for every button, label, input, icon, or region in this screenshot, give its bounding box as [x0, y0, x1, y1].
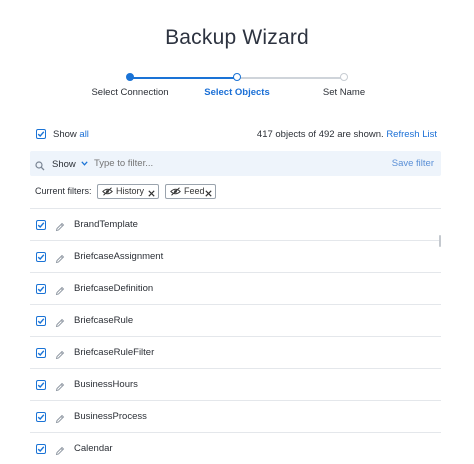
pencil-icon[interactable] — [55, 251, 65, 269]
show-label: Show — [53, 129, 77, 140]
pencil-icon[interactable] — [55, 219, 65, 237]
object-name: Calendar — [74, 443, 113, 454]
wizard-stepper: Select Connection Select Objects Set Nam… — [0, 70, 474, 100]
close-icon[interactable] — [148, 188, 155, 201]
save-filter-link[interactable]: Save filter — [392, 158, 434, 169]
row-checkbox[interactable] — [36, 348, 46, 358]
step-label-select-objects[interactable]: Select Objects — [204, 87, 269, 98]
show-dropdown-label: Show — [52, 159, 76, 170]
object-name: BrandTemplate — [74, 219, 138, 230]
object-name: BriefcaseDefinition — [74, 283, 154, 294]
list-item[interactable]: BrandTemplate — [30, 208, 441, 240]
hidden-eye-icon — [170, 187, 181, 200]
refresh-list-link[interactable]: Refresh List — [386, 129, 437, 140]
filter-chip-history: History — [97, 184, 159, 199]
pencil-icon[interactable] — [55, 443, 65, 461]
object-count: 417 objects of 492 are shown. Refresh Li… — [257, 129, 437, 140]
hidden-eye-icon — [102, 187, 113, 200]
close-icon[interactable] — [205, 188, 212, 201]
object-count-text: 417 objects of 492 are shown. — [256, 129, 384, 140]
row-checkbox[interactable] — [36, 444, 46, 454]
filter-chip-feed: Feed — [165, 184, 216, 199]
filter-input[interactable] — [94, 156, 344, 170]
current-filters-label: Current filters: — [35, 186, 92, 196]
pencil-icon[interactable] — [55, 379, 65, 397]
step-dot-select-connection[interactable] — [126, 73, 134, 81]
step-dot-select-objects[interactable] — [233, 73, 241, 81]
page-title: Backup Wizard — [165, 26, 309, 49]
show-dropdown[interactable]: Show — [52, 158, 89, 170]
list-item[interactable]: BusinessProcess — [30, 400, 441, 432]
pencil-icon[interactable] — [55, 315, 65, 333]
step-label-set-name[interactable]: Set Name — [323, 87, 365, 98]
all-link[interactable]: all — [79, 129, 89, 140]
row-checkbox[interactable] — [36, 380, 46, 390]
row-checkbox[interactable] — [36, 412, 46, 422]
pencil-icon[interactable] — [55, 347, 65, 365]
object-name: BusinessProcess — [74, 411, 147, 422]
filter-bar: Show Save filter — [30, 151, 441, 176]
list-item[interactable]: BusinessHours — [30, 368, 441, 400]
list-item[interactable]: BriefcaseRule — [30, 304, 441, 336]
object-name: BriefcaseAssignment — [74, 251, 164, 262]
filter-chip-history-label: History — [116, 186, 145, 196]
row-checkbox[interactable] — [36, 316, 46, 326]
step-line-pending — [237, 77, 344, 79]
object-name: BriefcaseRule — [74, 315, 134, 326]
chevron-down-icon — [81, 158, 89, 169]
list-item[interactable]: BriefcaseAssignment — [30, 240, 441, 272]
row-checkbox[interactable] — [36, 252, 46, 262]
pencil-icon[interactable] — [55, 283, 65, 301]
step-line-done — [130, 77, 237, 79]
show-all-label: Show all — [53, 129, 89, 140]
search-icon — [35, 158, 45, 176]
row-checkbox[interactable] — [36, 220, 46, 230]
object-name: BusinessHours — [74, 379, 138, 390]
filter-chip-feed-label: Feed — [184, 186, 205, 196]
pencil-icon[interactable] — [55, 411, 65, 429]
step-dot-set-name[interactable] — [340, 73, 348, 81]
list-item[interactable]: BriefcaseRuleFilter — [30, 336, 441, 368]
list-item[interactable]: BriefcaseDefinition — [30, 272, 441, 304]
scrollbar-thumb[interactable] — [439, 235, 441, 247]
step-label-select-connection[interactable]: Select Connection — [91, 87, 168, 98]
object-name: BriefcaseRuleFilter — [74, 347, 155, 358]
list-item[interactable]: Calendar — [30, 432, 441, 464]
show-all-checkbox[interactable] — [36, 129, 46, 139]
row-checkbox[interactable] — [36, 284, 46, 294]
